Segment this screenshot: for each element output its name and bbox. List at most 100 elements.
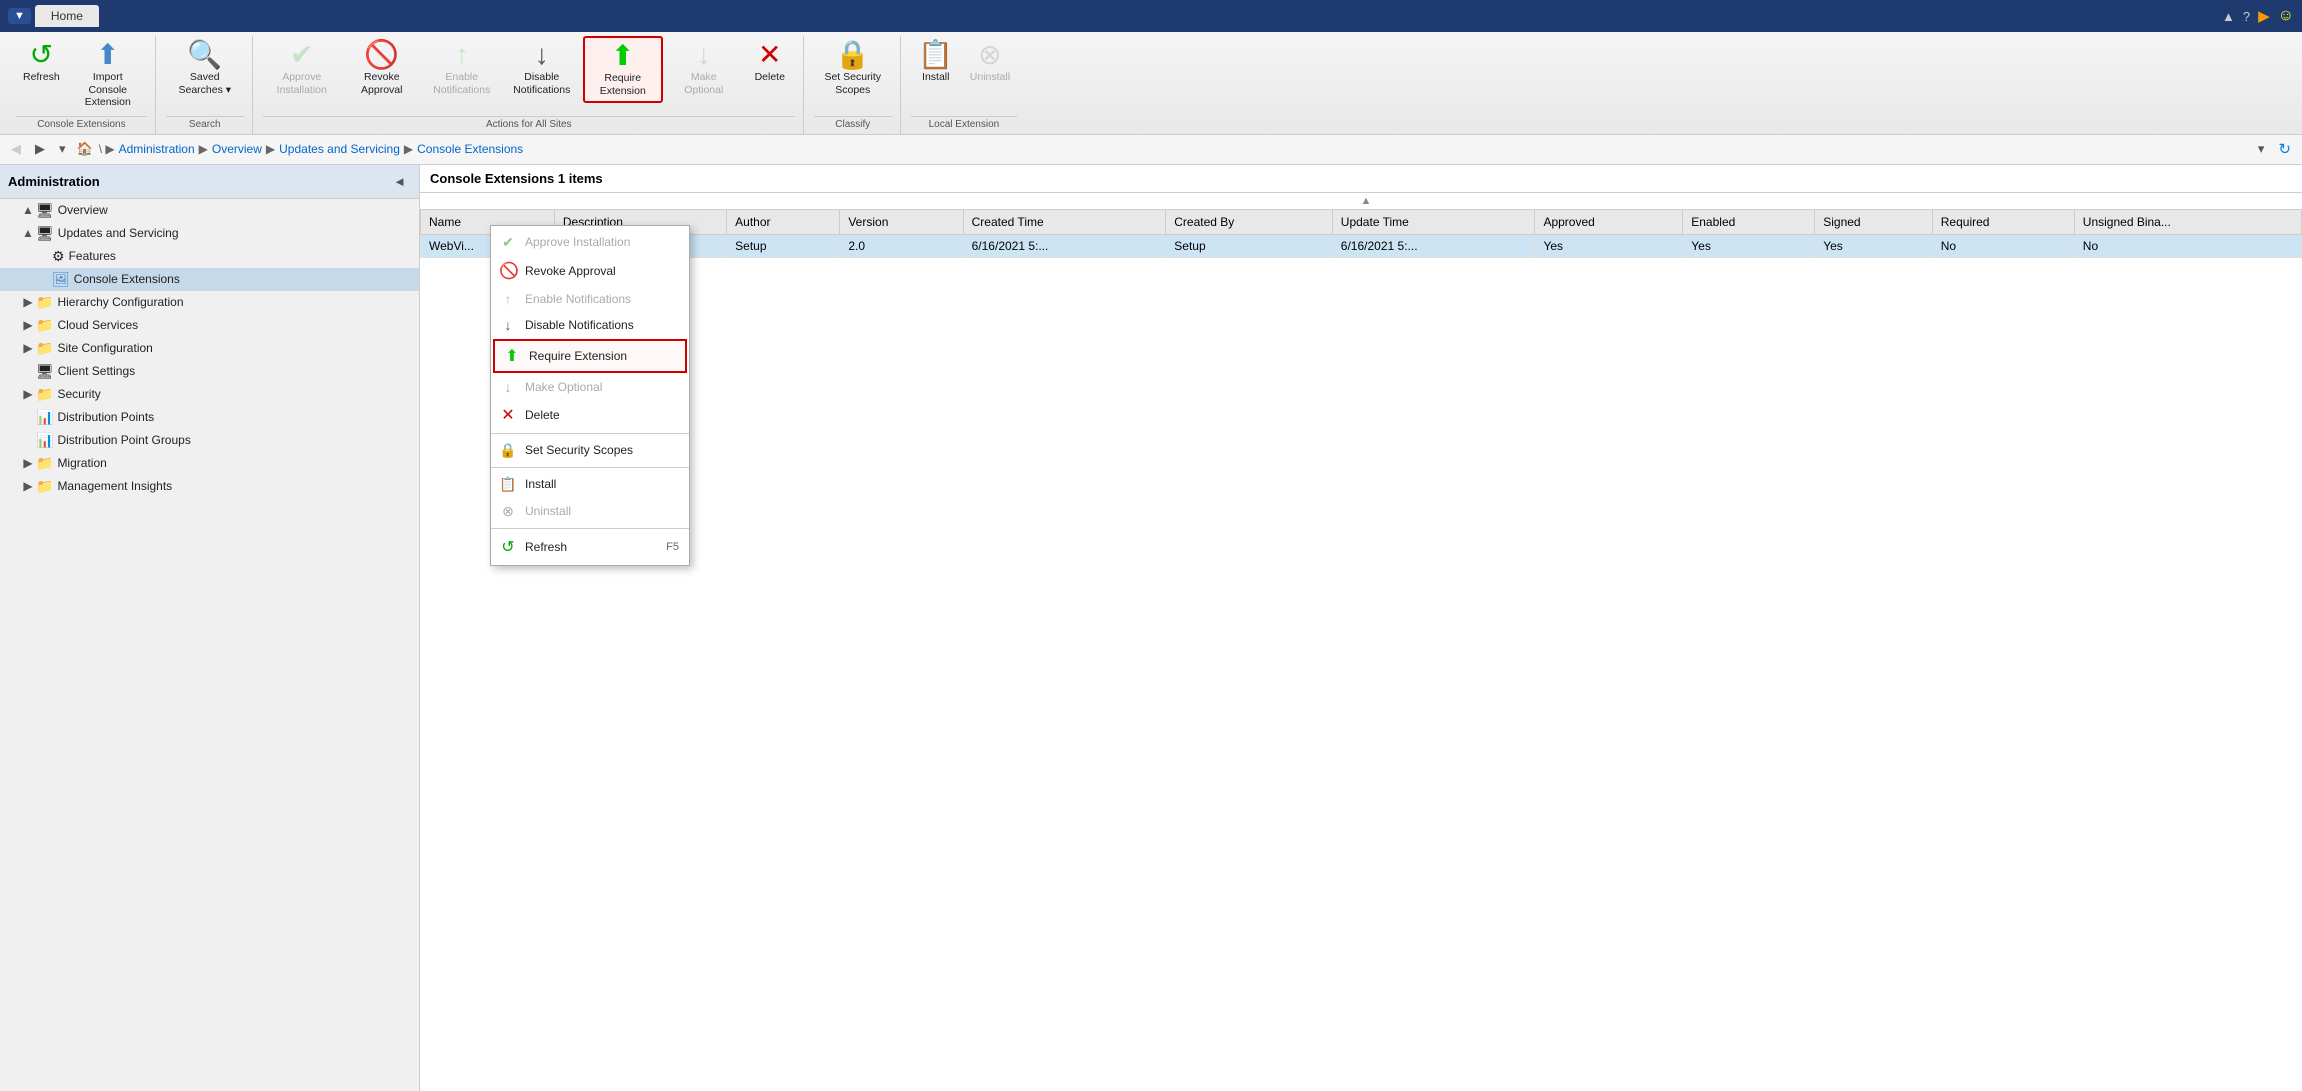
tree-item-hierarchy-config[interactable]: ▶ 📁 Hierarchy Configuration	[0, 291, 419, 314]
site-icon: 📁	[36, 340, 53, 357]
require-extension-icon: ⬆	[611, 42, 634, 70]
disable-notifications-icon: ↓	[535, 41, 549, 69]
user-icon[interactable]: ☺	[2278, 7, 2294, 25]
title-bar-right: ▲ ? ▶ ☺	[2222, 7, 2294, 25]
col-approved[interactable]: Approved	[1535, 209, 1683, 234]
main-area: Administration ◄ ▲ 🖥 Overview ▲ 🖥 Update…	[0, 165, 2302, 1091]
forward-button[interactable]: ▶	[30, 138, 50, 160]
approve-installation-button[interactable]: ✔ Approve Installation	[263, 36, 341, 101]
collapse-panel-button[interactable]: ◄	[388, 171, 411, 192]
saved-searches-button[interactable]: 🔍 Saved Searches ▾	[166, 36, 244, 101]
install-button[interactable]: 📋 Install	[911, 36, 961, 89]
ctx-require-icon: ⬆	[503, 346, 521, 366]
ctx-approve-label: Approve Installation	[525, 235, 630, 249]
ctx-enable-notifications[interactable]: ↑ Enable Notifications	[491, 286, 689, 312]
help-icon[interactable]: ?	[2243, 9, 2250, 24]
nav-bar: ◀ ▶ ▾ 🏠 \ ▶ Administration ▶ Overview ▶ …	[0, 135, 2302, 165]
require-extension-button[interactable]: ⬆ Require Extension	[583, 36, 663, 103]
col-unsigned-binary[interactable]: Unsigned Bina...	[2074, 209, 2301, 234]
breadcrumb-overview[interactable]: Overview	[212, 142, 262, 156]
ctx-disable-notif-label: Disable Notifications	[525, 318, 634, 332]
col-created-time[interactable]: Created Time	[963, 209, 1166, 234]
ctx-refresh[interactable]: ↺ Refresh F5	[491, 532, 689, 562]
enable-notifications-button[interactable]: ↑ Enable Notifications	[423, 36, 501, 101]
expand-site: ▶	[20, 341, 36, 355]
expand-updates: ▲	[20, 226, 36, 240]
ctx-set-security-scopes[interactable]: 🔒 Set Security Scopes	[491, 437, 689, 464]
ctx-optional-icon: ↓	[499, 379, 517, 395]
cloud-icon: 📁	[36, 317, 53, 334]
tree-item-overview[interactable]: ▲ 🖥 Overview	[0, 199, 419, 222]
notification-icon[interactable]: ▶	[2258, 7, 2270, 25]
tree-item-updates-servicing[interactable]: ▲ 🖥 Updates and Servicing	[0, 222, 419, 245]
col-signed[interactable]: Signed	[1815, 209, 1933, 234]
tree-item-distribution-point-groups[interactable]: 📊 Distribution Point Groups	[0, 429, 419, 452]
minimize-icon[interactable]: ▲	[2222, 9, 2235, 24]
nav-dropdown-button[interactable]: ▾	[54, 138, 71, 160]
ctx-separator-3	[491, 528, 689, 529]
cell-unsigned-binary: No	[2074, 234, 2301, 257]
breadcrumb-console-extensions[interactable]: Console Extensions	[417, 142, 523, 156]
uninstall-button[interactable]: ⊗ Uninstall	[963, 36, 1017, 89]
breadcrumb-dropdown-button[interactable]: ▾	[2253, 137, 2270, 161]
home-icon: 🏠	[77, 141, 93, 157]
ribbon-group-label-classify: Classify	[814, 116, 892, 132]
ctx-uninstall[interactable]: ⊗ Uninstall	[491, 498, 689, 525]
back-button[interactable]: ◀	[6, 138, 26, 160]
breadcrumb-updates[interactable]: Updates and Servicing	[279, 142, 400, 156]
nav-refresh-button[interactable]: ↻	[2273, 137, 2296, 161]
ctx-revoke-approval[interactable]: 🚫 Revoke Approval	[491, 256, 689, 286]
col-update-time[interactable]: Update Time	[1332, 209, 1535, 234]
tree-item-site-config[interactable]: ▶ 📁 Site Configuration	[0, 337, 419, 360]
delete-button[interactable]: ✕ Delete	[745, 36, 795, 89]
tree-item-label-features: Features	[69, 249, 116, 263]
tree-item-distribution-points[interactable]: 📊 Distribution Points	[0, 406, 419, 429]
ribbon-group-label-search: Search	[166, 116, 244, 132]
ribbon-local-items: 📋 Install ⊗ Uninstall	[911, 36, 1017, 114]
home-tab[interactable]: Home	[35, 5, 99, 27]
make-optional-button[interactable]: ↓ Make Optional	[665, 36, 743, 101]
ctx-make-optional[interactable]: ↓ Make Optional	[491, 374, 689, 400]
tree-item-migration[interactable]: ▶ 📁 Migration	[0, 452, 419, 475]
set-security-scopes-button[interactable]: 🔒 Set Security Scopes	[814, 36, 892, 101]
import-console-extension-button[interactable]: ⬆ Import Console Extension	[69, 36, 147, 114]
install-icon: 📋	[918, 41, 953, 69]
tree-item-management-insights[interactable]: ▶ 📁 Management Insights	[0, 475, 419, 498]
ctx-delete[interactable]: ✕ Delete	[491, 400, 689, 430]
tree-item-client-settings[interactable]: 🖥 Client Settings	[0, 360, 419, 383]
app-menu-button[interactable]: ▼	[8, 8, 31, 24]
disable-notifications-button[interactable]: ↓ Disable Notifications	[503, 36, 581, 101]
make-optional-icon: ↓	[697, 41, 711, 69]
ctx-security-label: Set Security Scopes	[525, 443, 633, 457]
tree-item-cloud-services[interactable]: ▶ 📁 Cloud Services	[0, 314, 419, 337]
ctx-disable-notifications[interactable]: ↓ Disable Notifications	[491, 312, 689, 338]
table-row[interactable]: WebVi... Extension... Setup 2.0 6/16/202…	[421, 234, 2302, 257]
ctx-install[interactable]: 📋 Install	[491, 471, 689, 498]
console-ext-icon: 🖼	[52, 271, 70, 288]
col-enabled[interactable]: Enabled	[1683, 209, 1815, 234]
tree-item-console-extensions[interactable]: 🖼 Console Extensions	[0, 268, 419, 291]
migration-icon: 📁	[36, 455, 53, 472]
ribbon-group-console-extensions: ↺ Refresh ⬆ Import Console Extension Con…	[8, 36, 156, 134]
ctx-approve-installation[interactable]: ✔ Approve Installation	[491, 229, 689, 256]
col-created-by[interactable]: Created By	[1166, 209, 1333, 234]
expand-hierarchy: ▶	[20, 295, 36, 309]
refresh-button[interactable]: ↺ Refresh	[16, 36, 67, 89]
cell-update-time: 6/16/2021 5:...	[1332, 234, 1535, 257]
overview-icon: 🖥	[36, 202, 54, 219]
saved-searches-icon: 🔍	[187, 41, 222, 69]
col-author[interactable]: Author	[727, 209, 840, 234]
breadcrumb-administration[interactable]: Administration	[119, 142, 195, 156]
ctx-separator-2	[491, 467, 689, 468]
left-panel: Administration ◄ ▲ 🖥 Overview ▲ 🖥 Update…	[0, 165, 420, 1091]
col-required[interactable]: Required	[1932, 209, 2074, 234]
breadcrumb-sep3: ▶	[404, 142, 413, 156]
tree-item-security[interactable]: ▶ 📁 Security	[0, 383, 419, 406]
ctx-require-extension[interactable]: ⬆ Require Extension	[493, 339, 687, 373]
nav-sep1: \ ▶	[99, 142, 115, 156]
col-version[interactable]: Version	[840, 209, 963, 234]
revoke-approval-button[interactable]: 🚫 Revoke Approval	[343, 36, 421, 101]
tree-item-features[interactable]: ⚙ Features	[0, 245, 419, 268]
ctx-refresh-label: Refresh	[525, 540, 567, 554]
ribbon-search-items: 🔍 Saved Searches ▾	[166, 36, 244, 114]
